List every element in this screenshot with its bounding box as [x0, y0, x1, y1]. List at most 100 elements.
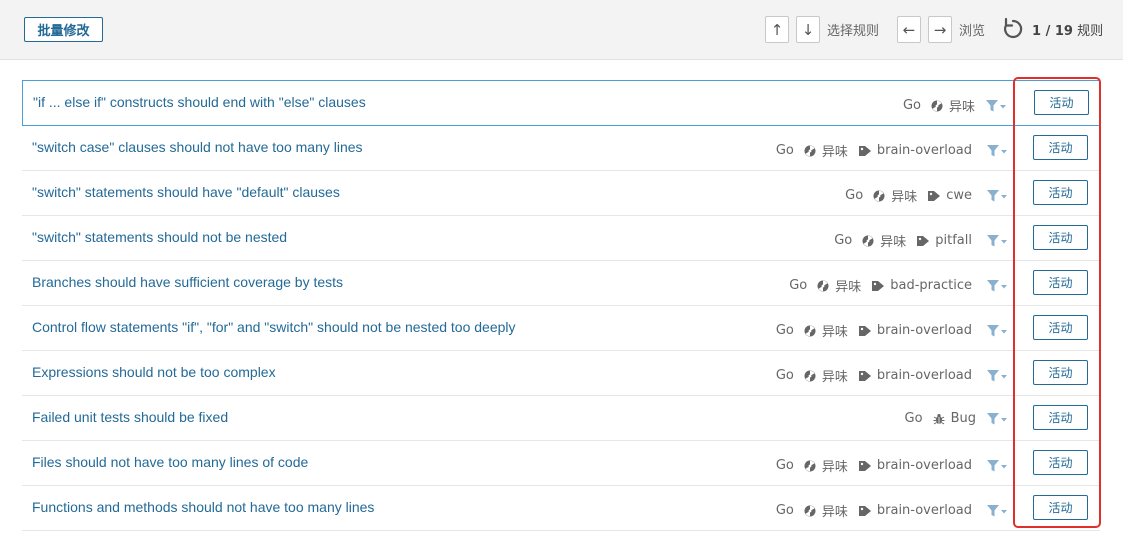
rule-title[interactable]: "switch" statements should not be nested [32, 229, 287, 245]
activate-button[interactable]: 活动 [1033, 225, 1088, 250]
rule-tag-label: brain-overload [876, 143, 972, 158]
activate-button[interactable]: 活动 [1033, 270, 1088, 295]
activate-button[interactable]: 活动 [1033, 495, 1088, 520]
rule-title[interactable]: "if ... else if" constructs should end w… [33, 94, 366, 110]
filter-dropdown-icon[interactable] [986, 504, 1008, 518]
tag-icon [872, 280, 885, 291]
toolbar: 批量修改 ↑ ↓ 选择规则 ← → 浏览 1 / 19 规则 [0, 0, 1123, 60]
rule-tag: brain-overload [858, 323, 986, 338]
activate-button[interactable]: 活动 [1033, 135, 1088, 160]
rule-title[interactable]: "switch" statements should have "default… [32, 184, 340, 200]
rule-tag-label: brain-overload [876, 503, 972, 518]
tag-icon [858, 505, 871, 516]
activate-button[interactable]: 活动 [1033, 180, 1088, 205]
rule-row[interactable]: Functions and methods should not have to… [22, 486, 1100, 531]
rule-row[interactable]: "switch" statements should have "default… [22, 171, 1100, 216]
rule-meta: Go 异味 [903, 96, 1007, 115]
rule-meta: Go 异味 brain-overload [776, 321, 1008, 340]
rule-row[interactable]: Failed unit tests should be fixed Go Bug… [22, 396, 1100, 441]
rule-tag: brain-overload [858, 368, 986, 383]
select-rule-label: 选择规则 [827, 24, 880, 39]
tag-icon [858, 460, 871, 471]
rule-title[interactable]: Expressions should not be too complex [32, 364, 276, 380]
rule-title[interactable]: Functions and methods should not have to… [32, 499, 374, 515]
tag-icon [928, 190, 941, 201]
browse-forward-button[interactable]: → [928, 16, 952, 43]
rule-language: Go [902, 98, 921, 113]
rule-title[interactable]: Branches should have sufficient coverage… [32, 274, 343, 290]
code-smell-icon [873, 190, 885, 202]
rule-tag-label: bad-practice [890, 278, 972, 293]
tag-icon [858, 145, 871, 156]
filter-dropdown-icon[interactable] [986, 459, 1008, 473]
rule-type: Bug [950, 411, 976, 426]
code-smell-icon [931, 100, 943, 112]
rule-title[interactable]: "switch case" clauses should not have to… [32, 139, 363, 155]
select-prev-rule-button[interactable]: ↑ [765, 16, 789, 43]
filter-dropdown-icon[interactable] [985, 99, 1007, 113]
rule-title[interactable]: Failed unit tests should be fixed [32, 409, 228, 425]
rule-language: Go [789, 278, 808, 293]
filter-dropdown-icon[interactable] [986, 324, 1008, 338]
filter-dropdown-icon[interactable] [986, 412, 1008, 426]
rule-type: 异味 [835, 280, 862, 295]
rule-counter: 1 / 19 规则 [1032, 20, 1103, 39]
rule-language: Go [775, 368, 794, 383]
rule-tag-label: brain-overload [876, 323, 972, 338]
activate-button[interactable]: 活动 [1033, 405, 1088, 430]
filter-dropdown-icon[interactable] [986, 189, 1008, 203]
rule-language: Go [834, 233, 853, 248]
select-next-rule-button[interactable]: ↓ [796, 16, 820, 43]
code-smell-icon [804, 505, 816, 517]
rule-row[interactable]: Expressions should not be too complex Go… [22, 351, 1100, 396]
bulk-change-button[interactable]: 批量修改 [24, 17, 103, 42]
code-smell-icon [804, 370, 816, 382]
rule-tag: brain-overload [858, 458, 986, 473]
rule-language: Go [904, 411, 923, 426]
activate-button[interactable]: 活动 [1034, 90, 1089, 115]
reload-icon[interactable] [1002, 17, 1024, 41]
activate-button[interactable]: 活动 [1033, 315, 1088, 340]
rule-row[interactable]: "switch case" clauses should not have to… [22, 126, 1100, 171]
rule-language: Go [845, 188, 864, 203]
rule-meta: Go Bug [905, 411, 1008, 426]
rule-meta: Go 异味 brain-overload [776, 366, 1008, 385]
browse-label: 浏览 [959, 24, 986, 39]
rule-language: Go [775, 458, 794, 473]
rule-row[interactable]: "if ... else if" constructs should end w… [22, 80, 1100, 126]
rule-tag-label: brain-overload [876, 458, 972, 473]
filter-dropdown-icon[interactable] [986, 279, 1008, 293]
counter-separator: / [1041, 24, 1055, 39]
rule-type: 异味 [821, 370, 848, 385]
rule-title[interactable]: Control flow statements "if", "for" and … [32, 319, 516, 335]
rule-meta: Go 异味 brain-overload [776, 141, 1008, 160]
rule-meta: Go 异味 cwe [845, 186, 1008, 205]
code-smell-icon [804, 145, 816, 157]
rule-list: "if ... else if" constructs should end w… [22, 80, 1100, 531]
rule-type: 异味 [880, 235, 907, 250]
filter-dropdown-icon[interactable] [986, 144, 1008, 158]
rule-meta: Go 异味 brain-overload [776, 456, 1008, 475]
browse-back-button[interactable]: ← [897, 16, 921, 43]
filter-dropdown-icon[interactable] [986, 369, 1008, 383]
current-rule-index: 1 [1032, 24, 1042, 39]
filter-dropdown-icon[interactable] [986, 234, 1008, 248]
activate-button[interactable]: 活动 [1033, 450, 1088, 475]
rule-type: 异味 [948, 100, 975, 115]
rule-row[interactable]: Control flow statements "if", "for" and … [22, 306, 1100, 351]
rule-tag: cwe [927, 188, 986, 203]
rule-type: 异味 [821, 145, 848, 160]
rule-tag-label: pitfall [935, 233, 972, 248]
rule-title[interactable]: Files should not have too many lines of … [32, 454, 308, 470]
rule-type: 异味 [891, 190, 918, 205]
rules-word: 规则 [1077, 24, 1104, 39]
rule-type: 异味 [821, 325, 848, 340]
rule-row[interactable]: Branches should have sufficient coverage… [22, 261, 1100, 306]
rule-type: 异味 [821, 460, 848, 475]
activate-button[interactable]: 活动 [1033, 360, 1088, 385]
rule-row[interactable]: "switch" statements should not be nested… [22, 216, 1100, 261]
rule-row[interactable]: Files should not have too many lines of … [22, 441, 1100, 486]
rule-language: Go [775, 143, 794, 158]
rule-meta: Go 异味 brain-overload [776, 501, 1008, 520]
rule-meta: Go 异味 bad-practice [789, 276, 1008, 295]
